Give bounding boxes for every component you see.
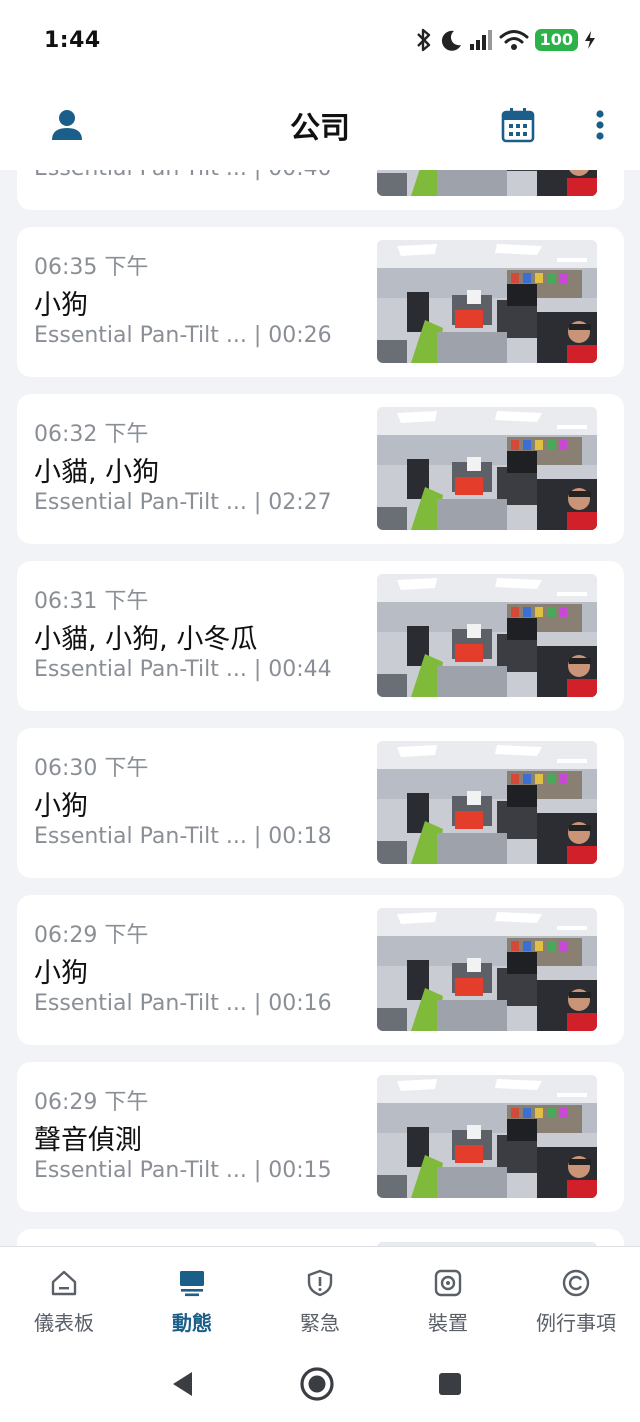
event-thumbnail[interactable] <box>377 741 597 864</box>
event-title: 小狗 <box>34 791 88 822</box>
page-title: 公司 <box>290 111 350 146</box>
event-time: 06:32 下午 <box>34 422 149 447</box>
status-icons: 100 <box>415 27 596 53</box>
system-navigation-bar <box>0 1350 640 1422</box>
event-card[interactable]: Essential Pan-Tilt ... | 00:40 <box>17 170 624 210</box>
recents-square-icon <box>439 1373 461 1395</box>
do-not-disturb-moon-icon <box>441 30 461 51</box>
tab-routines[interactable]: 例行事項 <box>512 1247 640 1351</box>
battery-level: 100 <box>534 29 578 51</box>
status-bar: 1:44 100 <box>0 0 640 80</box>
camera-snapshot-image <box>377 170 597 196</box>
tab-devices[interactable]: 裝置 <box>384 1247 512 1351</box>
tab-label: 例行事項 <box>536 1311 616 1335</box>
event-subtitle: Essential Pan-Tilt ... | 00:16 <box>34 991 332 1016</box>
event-thumbnail[interactable] <box>377 240 597 363</box>
bottom-navigation: 儀表板 動態 緊急 裝置 例行事項 <box>0 1246 640 1350</box>
tab-emergency[interactable]: 緊急 <box>256 1247 384 1351</box>
camera-snapshot-image <box>377 908 597 1031</box>
profile-button[interactable] <box>44 80 90 170</box>
activity-monitor-icon <box>180 1271 204 1297</box>
event-thumbnail[interactable] <box>377 908 597 1031</box>
event-list[interactable]: Essential Pan-Tilt ... | 00:40 06:35 下午 … <box>0 170 640 1246</box>
event-card[interactable]: 06:32 下午 小貓, 小狗 Essential Pan-Tilt ... |… <box>17 394 624 544</box>
calendar-button[interactable] <box>496 80 540 170</box>
event-time: 06:30 下午 <box>34 756 149 781</box>
app-header: 公司 <box>0 80 640 170</box>
home-icon <box>51 1270 77 1296</box>
event-subtitle: Essential Pan-Tilt ... | 00:18 <box>34 824 332 849</box>
camera-device-icon <box>434 1269 462 1297</box>
tab-dashboard[interactable]: 儀表板 <box>0 1247 128 1351</box>
event-time: 06:35 下午 <box>34 255 149 280</box>
event-card[interactable]: 06:29 下午 小狗 Essential Pan-Tilt ... | 00:… <box>17 895 624 1045</box>
more-vertical-icon <box>596 110 604 140</box>
tab-label: 裝置 <box>428 1311 468 1335</box>
tab-label: 動態 <box>172 1311 212 1335</box>
wifi-icon <box>499 30 529 50</box>
home-circle-icon <box>300 1367 334 1401</box>
camera-snapshot-image <box>377 407 597 530</box>
system-recents-button[interactable] <box>430 1364 470 1404</box>
system-back-button[interactable] <box>163 1364 203 1404</box>
event-title: 小狗 <box>34 958 88 989</box>
more-options-button[interactable] <box>582 80 618 170</box>
event-title: 聲音偵測 <box>34 1125 142 1156</box>
tab-label: 儀表板 <box>34 1311 94 1335</box>
camera-snapshot-image <box>377 741 597 864</box>
event-thumbnail[interactable] <box>377 574 597 697</box>
event-thumbnail[interactable] <box>377 1075 597 1198</box>
routine-icon <box>562 1269 590 1297</box>
camera-snapshot-image <box>377 574 597 697</box>
bluetooth-icon <box>416 28 430 52</box>
event-title: 小貓, 小狗, 小冬瓜 <box>34 624 258 655</box>
person-icon <box>52 110 82 140</box>
shield-alert-icon <box>307 1269 333 1297</box>
event-thumbnail[interactable] <box>377 170 597 196</box>
event-thumbnail[interactable] <box>377 407 597 530</box>
event-time: 06:29 下午 <box>34 923 149 948</box>
event-subtitle: Essential Pan-Tilt ... | 00:26 <box>34 323 332 348</box>
event-card[interactable]: 06:35 下午 小狗 Essential Pan-Tilt ... | 00:… <box>17 227 624 377</box>
camera-snapshot-image <box>377 1075 597 1198</box>
calendar-icon <box>501 108 535 143</box>
event-card[interactable]: 06:29 下午 聲音偵測 Essential Pan-Tilt ... | 0… <box>17 1062 624 1212</box>
event-subtitle: Essential Pan-Tilt ... | 02:27 <box>34 490 332 515</box>
event-time: 06:29 下午 <box>34 1090 149 1115</box>
tab-label: 緊急 <box>300 1311 340 1335</box>
back-triangle-icon <box>173 1372 192 1396</box>
charging-bolt-icon <box>585 31 595 49</box>
event-title: 小狗 <box>34 290 88 321</box>
event-time: 06:31 下午 <box>34 589 149 614</box>
event-card[interactable]: 06:30 下午 小狗 Essential Pan-Tilt ... | 00:… <box>17 728 624 878</box>
signal-icon <box>469 30 492 50</box>
event-card[interactable] <box>17 1229 624 1246</box>
status-time: 1:44 <box>44 27 101 53</box>
camera-snapshot-image <box>377 240 597 363</box>
event-subtitle: Essential Pan-Tilt ... | 00:40 <box>34 170 332 181</box>
event-card[interactable]: 06:31 下午 小貓, 小狗, 小冬瓜 Essential Pan-Tilt … <box>17 561 624 711</box>
event-subtitle: Essential Pan-Tilt ... | 00:15 <box>34 1158 332 1183</box>
event-title: 小貓, 小狗 <box>34 457 160 488</box>
event-subtitle: Essential Pan-Tilt ... | 00:44 <box>34 657 332 682</box>
tab-activity[interactable]: 動態 <box>128 1247 256 1351</box>
system-home-button[interactable] <box>297 1364 337 1404</box>
